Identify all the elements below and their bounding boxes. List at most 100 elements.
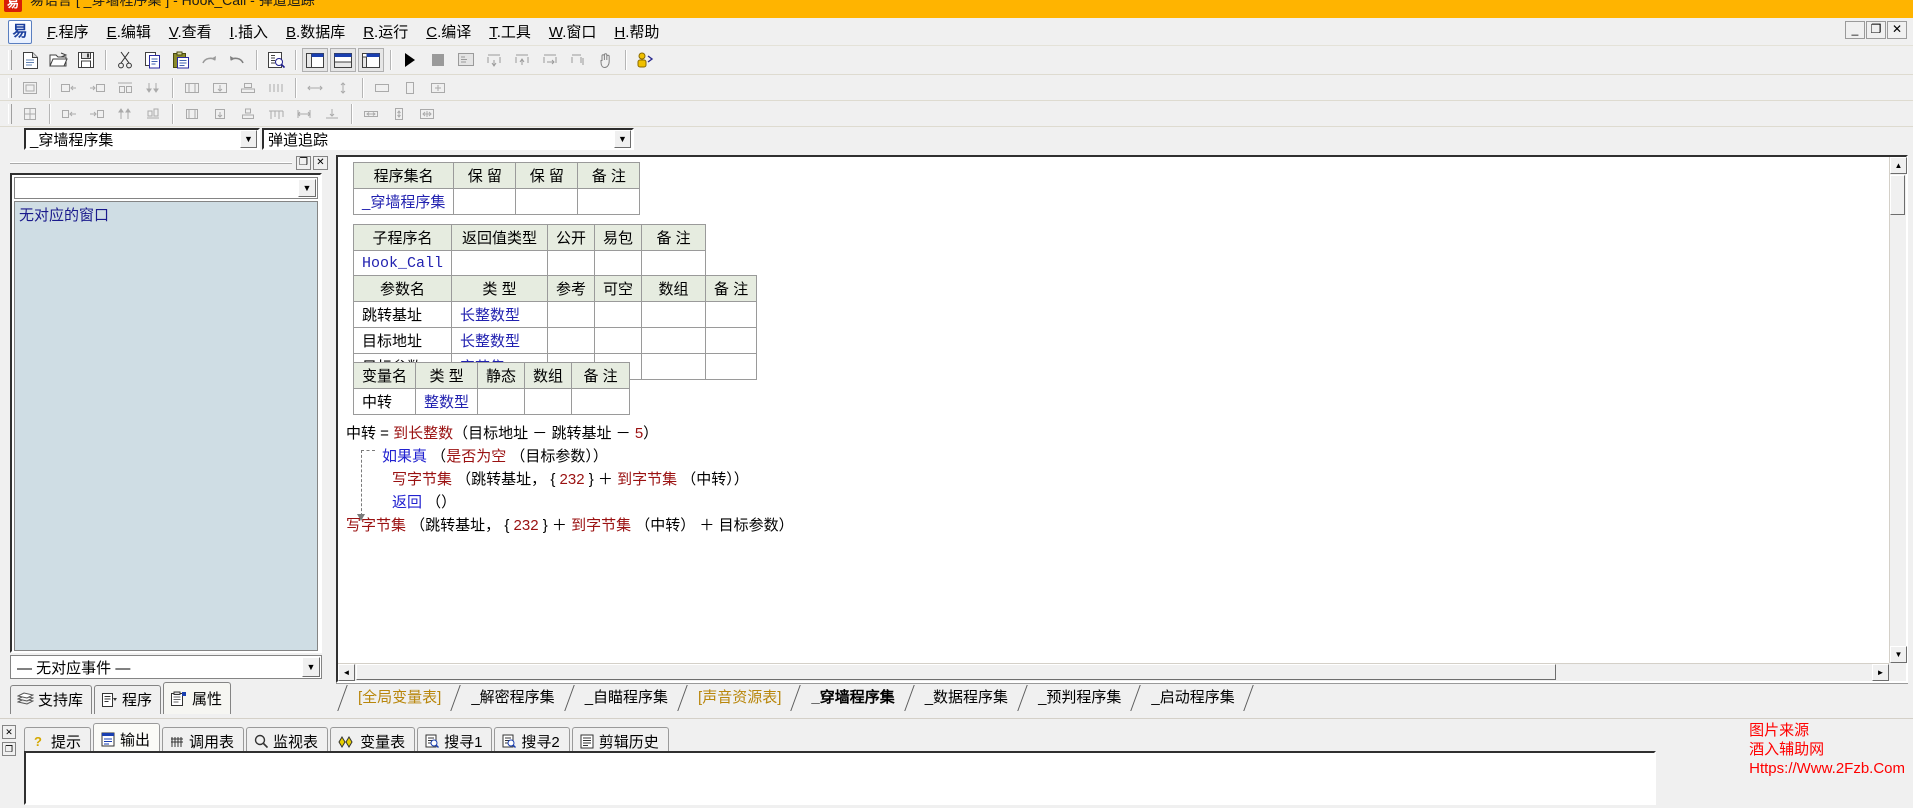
- table-cell[interactable]: [577, 188, 641, 215]
- event-combo[interactable]: — 无对应事件 — ▼: [10, 655, 322, 679]
- variable-table[interactable]: 变量名类 型静态 数组备 注中转 整数型: [352, 362, 631, 415]
- align-bottom-edge-icon[interactable]: [140, 102, 166, 126]
- align-right-in-icon[interactable]: [84, 76, 110, 100]
- layout-left-icon[interactable]: [302, 48, 328, 72]
- align-center-icon[interactable]: [112, 76, 138, 100]
- table-cell[interactable]: [641, 301, 707, 328]
- table-cell[interactable]: [547, 301, 596, 328]
- sheet-tab-3[interactable]: [声音资源表]: [682, 685, 796, 711]
- table-cell[interactable]: 长整数型: [451, 301, 549, 328]
- list-item[interactable]: 无对应的窗口: [15, 202, 317, 227]
- table-cell[interactable]: [705, 301, 758, 328]
- code-statements[interactable]: 中转 = 到长整数（目标地址 － 跳转基址 － 5） 如果真 （是否为空 （目标参…: [346, 422, 794, 537]
- table-cell[interactable]: _穿墙程序集: [352, 188, 455, 215]
- restore-button[interactable]: ❐: [1866, 21, 1886, 39]
- table-cell[interactable]: [705, 353, 758, 380]
- dock-tab-0[interactable]: 支持库: [10, 685, 93, 714]
- distribute-icon[interactable]: [263, 76, 289, 100]
- table-cell[interactable]: [641, 327, 707, 354]
- table-cell[interactable]: [641, 353, 707, 380]
- code-line-2[interactable]: 写字节集 （跳转基址， { 232 } ＋ 到字节集 （中转））: [346, 468, 794, 491]
- support-library-icon[interactable]: [632, 48, 658, 72]
- space-h-icon[interactable]: [302, 76, 328, 100]
- table-cell[interactable]: 整数型: [415, 388, 479, 415]
- size-both-icon[interactable]: [425, 76, 451, 100]
- menu-item-1[interactable]: E.编辑: [98, 18, 160, 45]
- table-cell[interactable]: [451, 250, 549, 276]
- step-over-icon[interactable]: [481, 48, 507, 72]
- scroll-left-button[interactable]: ◄: [338, 664, 355, 681]
- center-v-icon[interactable]: [207, 102, 233, 126]
- sheet-tab-5[interactable]: _数据程序集: [908, 685, 1023, 711]
- program-set-combo[interactable]: _穿墙程序集 ▼: [24, 128, 260, 150]
- spread-h-icon[interactable]: [291, 102, 317, 126]
- align-left-edge-icon[interactable]: [56, 102, 82, 126]
- dock-tab-2[interactable]: 属性: [163, 682, 232, 714]
- menu-item-9[interactable]: H.帮助: [605, 18, 668, 45]
- save-file-icon[interactable]: [73, 48, 99, 72]
- group-mid-icon[interactable]: [207, 76, 233, 100]
- align-bottom-icon[interactable]: [140, 76, 166, 100]
- sheet-tab-0[interactable]: [全局变量表]: [342, 685, 456, 711]
- scroll-down-button[interactable]: ▼: [1890, 646, 1907, 663]
- easy-language-icon[interactable]: 易: [8, 19, 32, 44]
- object-filter-combo[interactable]: ▼: [14, 177, 318, 199]
- stack-icon[interactable]: [235, 102, 261, 126]
- table-row[interactable]: Hook_Call: [352, 250, 757, 276]
- center-h-icon[interactable]: [179, 102, 205, 126]
- menu-item-2[interactable]: V.查看: [160, 18, 221, 45]
- output-content-area[interactable]: [24, 751, 1656, 805]
- sheet-tab-6[interactable]: _预判程序集: [1022, 685, 1136, 711]
- run-to-cursor-icon[interactable]: [565, 48, 591, 72]
- layout-top-icon[interactable]: [330, 48, 356, 72]
- menu-item-3[interactable]: I.插入: [221, 18, 277, 45]
- step-out-icon[interactable]: [537, 48, 563, 72]
- code-line-0[interactable]: 中转 = 到长整数（目标地址 － 跳转基址 － 5）: [346, 422, 794, 445]
- hscroll-thumb[interactable]: [356, 664, 1556, 680]
- editor-horizontal-scrollbar[interactable]: ◄ ►: [338, 663, 1889, 681]
- size-width-icon[interactable]: [369, 76, 395, 100]
- redo-icon[interactable]: [196, 48, 222, 72]
- output-close-button[interactable]: ✕: [2, 725, 16, 739]
- breakpoint-hand-icon[interactable]: [593, 48, 619, 72]
- output-restore-button[interactable]: ❐: [2, 742, 16, 756]
- table-cell[interactable]: [571, 388, 631, 415]
- same-size-icon[interactable]: [414, 102, 440, 126]
- dock-close-button[interactable]: ✕: [313, 156, 328, 170]
- table-cell[interactable]: [477, 388, 526, 415]
- vscroll-thumb[interactable]: [1890, 175, 1905, 215]
- size-height-icon[interactable]: [397, 76, 423, 100]
- table-row[interactable]: 中转 整数型: [352, 388, 631, 415]
- group-left-icon[interactable]: [179, 76, 205, 100]
- copy-icon[interactable]: [140, 48, 166, 72]
- sheet-tab-1[interactable]: _解密程序集: [455, 685, 569, 711]
- toolbar-grip[interactable]: [8, 103, 12, 124]
- menu-item-6[interactable]: C.编译: [417, 18, 480, 45]
- code-line-1[interactable]: 如果真 （是否为空 （目标参数））: [346, 445, 794, 468]
- align-right-edge-icon[interactable]: [84, 102, 110, 126]
- cut-icon[interactable]: [112, 48, 138, 72]
- find-icon[interactable]: [263, 48, 289, 72]
- menu-item-0[interactable]: F.程序: [38, 18, 98, 45]
- table-cell[interactable]: [547, 327, 596, 354]
- code-line-4[interactable]: 写字节集 （跳转基址， { 232 } ＋ 到字节集 （中转） ＋ 目标参数）: [346, 514, 794, 537]
- dock-tab-1[interactable]: 程序: [94, 685, 162, 714]
- minimize-button[interactable]: _: [1845, 21, 1865, 39]
- table-cell[interactable]: [594, 327, 643, 354]
- menu-item-4[interactable]: B.数据库: [277, 18, 354, 45]
- object-list[interactable]: 无对应的窗口: [14, 201, 318, 651]
- table-cell[interactable]: [453, 188, 517, 215]
- table-cell[interactable]: [547, 250, 596, 276]
- table-cell[interactable]: [515, 188, 579, 215]
- spread-v-icon[interactable]: [319, 102, 345, 126]
- sub-program-combo[interactable]: 弹道追踪 ▼: [262, 128, 634, 150]
- table-cell[interactable]: 长整数型: [451, 327, 549, 354]
- same-height-icon[interactable]: [386, 102, 412, 126]
- menu-item-8[interactable]: W.窗口: [540, 18, 606, 45]
- chevron-down-icon[interactable]: ▼: [614, 130, 631, 148]
- grid-icon[interactable]: [17, 102, 43, 126]
- run-icon[interactable]: [397, 48, 423, 72]
- chevron-down-icon[interactable]: ▼: [302, 657, 320, 677]
- align-box-icon[interactable]: [17, 76, 43, 100]
- table-cell[interactable]: 中转: [352, 388, 417, 415]
